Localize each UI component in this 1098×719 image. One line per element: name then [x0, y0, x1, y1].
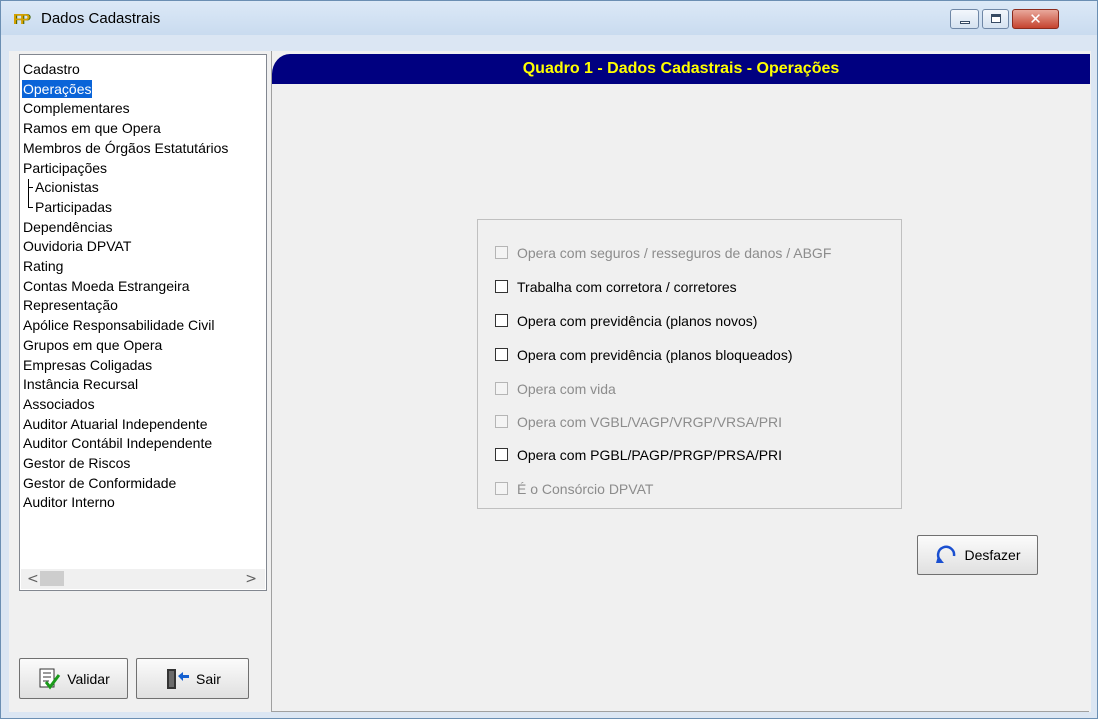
navigation-tree[interactable]: < > Cadastro Operações Complementares Ramos…	[19, 54, 267, 591]
undo-arrow-icon	[936, 545, 956, 563]
client-area: < > Cadastro Operações Complementares Ramos…	[9, 51, 1091, 712]
app-logo-icon: FP	[13, 11, 30, 28]
checklist-icon	[39, 668, 61, 689]
sidebar-item-representacao[interactable]: Representação	[22, 296, 119, 314]
sidebar-item-empresas-coligadas[interactable]: Empresas Coligadas	[22, 356, 153, 374]
checkbox[interactable]	[495, 280, 508, 293]
exit-door-icon	[167, 668, 190, 689]
operations-options-group: Opera com seguros / resseguros de danos …	[477, 219, 902, 509]
sidebar-item-auditor-contabil-independente[interactable]: Auditor Contábil Independente	[22, 434, 213, 452]
checkbox-label: Opera com previdência (planos novos)	[517, 313, 758, 329]
checkbox-label: É o Consórcio DPVAT	[517, 481, 654, 497]
exit-label: Sair	[196, 670, 221, 687]
validate-button[interactable]: Validar	[19, 658, 128, 699]
sidebar-item-cadastro[interactable]: Cadastro	[22, 60, 81, 78]
minimize-button[interactable]	[950, 9, 979, 29]
sidebar-item-contas-moeda-estrangeira[interactable]: Contas Moeda Estrangeira	[22, 277, 191, 295]
undo-label: Desfazer	[964, 547, 1021, 563]
checkbox[interactable]	[495, 448, 508, 461]
checkbox-label: Opera com previdência (planos bloqueados…	[517, 347, 793, 363]
sidebar-item-dependencias[interactable]: Dependências	[22, 218, 114, 236]
sidebar-item-ramos-em-que-opera[interactable]: Ramos em que Opera	[22, 119, 162, 137]
validate-label: Validar	[67, 670, 110, 687]
checkbox	[495, 246, 508, 259]
sidebar-item-grupos-em-que-opera[interactable]: Grupos em que Opera	[22, 336, 163, 354]
checkbox-label: Opera com vida	[517, 381, 616, 397]
panel-header: Quadro 1 - Dados Cadastrais - Operações	[272, 54, 1090, 84]
content-panel: Quadro 1 - Dados Cadastrais - Operações …	[271, 51, 1090, 712]
horizontal-scrollbar[interactable]: < >	[21, 569, 265, 589]
scroll-left-arrow[interactable]: <	[27, 569, 39, 589]
sidebar-item-auditor-interno[interactable]: Auditor Interno	[22, 493, 116, 511]
exit-button[interactable]: Sair	[136, 658, 249, 699]
sidebar-item-gestor-de-conformidade[interactable]: Gestor de Conformidade	[22, 474, 177, 492]
page-title: Quadro 1 - Dados Cadastrais - Operações	[522, 60, 840, 77]
close-icon: ✕	[1029, 10, 1042, 28]
title-bar[interactable]: FP Dados Cadastrais ✕	[1, 1, 1097, 35]
checkbox	[495, 482, 508, 495]
scroll-right-arrow[interactable]: >	[245, 569, 257, 589]
sidebar-item-participacoes[interactable]: Participações	[22, 159, 108, 177]
sidebar-item-participadas[interactable]: Participadas	[34, 198, 113, 216]
undo-button[interactable]: Desfazer	[917, 535, 1038, 575]
sidebar-item-gestor-de-riscos[interactable]: Gestor de Riscos	[22, 454, 131, 472]
checkbox-label: Opera com PGBL/PAGP/PRGP/PRSA/PRI	[517, 447, 783, 463]
sidebar-item-operacoes[interactable]: Operações	[22, 79, 93, 98]
checkbox	[495, 382, 508, 395]
checkbox-label: Opera com seguros / resseguros de danos …	[517, 245, 832, 261]
sidebar-item-complementares[interactable]: Complementares	[22, 99, 131, 117]
checkbox	[495, 415, 508, 428]
sidebar-item-apolice-responsabilidade-civil[interactable]: Apólice Responsabilidade Civil	[22, 316, 215, 334]
sidebar-item-ouvidoria-dpvat[interactable]: Ouvidoria DPVAT	[22, 237, 132, 255]
maximize-button[interactable]	[982, 9, 1009, 29]
checkbox[interactable]	[495, 348, 508, 361]
sidebar-item-acionistas[interactable]: Acionistas	[34, 178, 100, 196]
tree-branch-line	[28, 179, 29, 207]
sidebar-item-rating[interactable]: Rating	[22, 257, 64, 275]
checkbox-label: Opera com VGBL/VAGP/VRGP/VRSA/PRI	[517, 414, 783, 430]
close-button[interactable]: ✕	[1012, 9, 1059, 29]
sidebar-item-instancia-recursal[interactable]: Instância Recursal	[22, 375, 139, 393]
window-title: Dados Cadastrais	[41, 10, 161, 27]
sidebar-item-auditor-atuarial-independente[interactable]: Auditor Atuarial Independente	[22, 415, 208, 433]
sidebar-item-membros-de-orgaos-estatutarios[interactable]: Membros de Órgãos Estatutários	[22, 139, 229, 157]
tree-connector	[28, 206, 33, 208]
main-window: FP Dados Cadastrais ✕ < > Cadastro Operaç…	[0, 0, 1098, 719]
sidebar-item-associados[interactable]: Associados	[22, 395, 96, 413]
checkbox-label: Trabalha com corretora / corretores	[517, 279, 737, 295]
checkbox[interactable]	[495, 314, 508, 327]
scroll-thumb[interactable]	[40, 571, 64, 586]
